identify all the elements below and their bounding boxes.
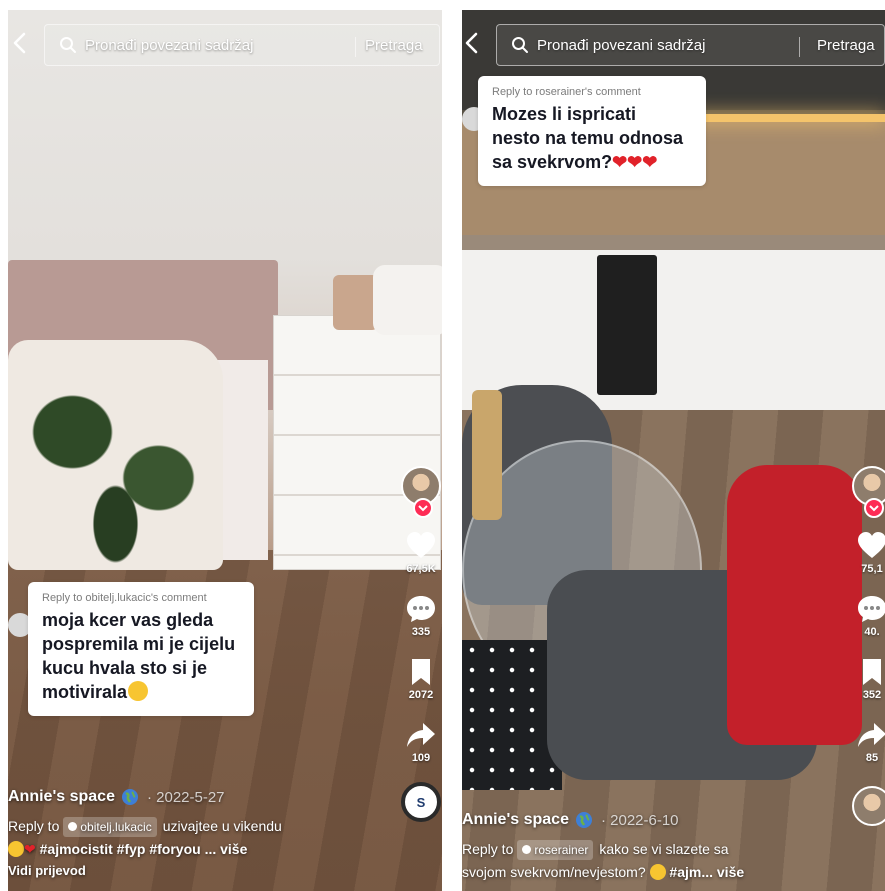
top-bar: Pronađi povezani sadržaj Pretraga: [462, 10, 885, 72]
search-divider: [355, 37, 356, 57]
hashtags[interactable]: #ajm...: [669, 864, 713, 880]
author-name[interactable]: Annie's space: [8, 788, 115, 806]
comment-bubble-icon: [68, 822, 78, 831]
follow-icon[interactable]: [864, 498, 884, 518]
reply-label: Reply to obitelj.lukacic's comment: [42, 592, 207, 604]
led-strip: [682, 114, 885, 122]
video-caption: Annie's space · 2022-5-27 Reply to obitel…: [8, 788, 398, 878]
back-arrow-icon[interactable]: [12, 32, 28, 54]
like-count: 67,5K: [406, 563, 436, 575]
globe-icon: [121, 789, 138, 805]
more-link[interactable]: ... više: [205, 841, 248, 857]
author-name[interactable]: Annie's space: [462, 811, 569, 829]
oven: [597, 255, 657, 395]
music-disc-label: S: [416, 794, 426, 810]
reply-text: Mozes li ispricati nesto na temu odnosa …: [492, 104, 684, 172]
share-icon[interactable]: [856, 719, 885, 751]
music-disc[interactable]: S: [401, 782, 441, 822]
heart-icon[interactable]: [405, 530, 437, 562]
video-panel-left[interactable]: Pronađi povezani sadržaj Pretraga Reply …: [8, 10, 442, 891]
like-count: 75,1: [861, 563, 883, 575]
search-bar[interactable]: Pronađi povezani sadržaj Pretraga: [44, 24, 440, 66]
reply-comment-card[interactable]: Reply to roserainer's comment Mozes li i…: [478, 76, 706, 186]
description: Reply to obitelj.lukacic uzivajtee u viken…: [8, 816, 398, 837]
mention-chip[interactable]: roserainer: [517, 839, 594, 860]
action-column: 67,5K 335 2072 109 S: [401, 466, 441, 822]
creator-avatar[interactable]: [852, 466, 885, 518]
search-divider: [799, 37, 800, 57]
bed-blanket: [8, 340, 223, 570]
search-icon: [512, 37, 528, 53]
save-count: 352: [862, 689, 882, 701]
follow-icon[interactable]: [413, 498, 433, 518]
search-icon: [60, 37, 76, 53]
post-date: · 2022-6-10: [600, 811, 679, 829]
comment-count: 40.: [864, 626, 880, 638]
music-disc[interactable]: [852, 786, 885, 826]
reply-text: moja kcer vas gleda pospremila mi je cij…: [42, 610, 236, 702]
search-bar[interactable]: Pronađi povezani sadržaj Pretraga: [496, 24, 885, 66]
share-count: 109: [411, 752, 431, 764]
video-caption: Annie's space · 2022-6-10 Reply to rosera…: [462, 811, 842, 882]
search-input[interactable]: Pronađi povezani sadržaj: [85, 37, 253, 54]
reply-comment-card[interactable]: Reply to obitelj.lukacic's comment moja …: [28, 582, 254, 716]
comment-icon[interactable]: [405, 593, 437, 625]
comment-count: 335: [411, 626, 431, 638]
face-emoji-icon: [649, 863, 666, 880]
bookmark-icon[interactable]: [405, 656, 437, 688]
back-arrow-icon[interactable]: [464, 32, 480, 54]
translate-link[interactable]: Vidi prijevod: [8, 863, 398, 878]
bookmark-icon[interactable]: [856, 656, 885, 688]
creator-avatar[interactable]: [401, 466, 441, 518]
heart-emoji-icon: ❤: [24, 840, 36, 857]
mention-chip[interactable]: obitelj.lukacic: [63, 816, 157, 837]
description: Reply to roserainer kako se vi slazete sa: [462, 839, 842, 860]
more-link[interactable]: više: [717, 864, 744, 880]
action-column: 75,1 40. 352 85: [852, 466, 885, 826]
share-count: 85: [865, 752, 879, 764]
hashtags[interactable]: #ajmocistit #fyp #foryou: [40, 841, 201, 857]
heart-icon[interactable]: [856, 530, 885, 562]
video-panel-right[interactable]: Pronađi povezani sadržaj Pretraga Reply …: [462, 10, 885, 891]
red-cloth: [727, 465, 862, 745]
face-emoji-icon: [8, 840, 24, 857]
smiling-hearts-emoji-icon: [128, 681, 149, 701]
comment-icon[interactable]: [856, 593, 885, 625]
share-icon[interactable]: [405, 719, 437, 751]
comment-bubble-icon: [522, 845, 532, 854]
handbag: [333, 275, 378, 330]
top-bar: Pronađi povezani sadržaj Pretraga: [8, 10, 442, 72]
save-count: 2072: [408, 689, 434, 701]
heart-emoji-icon: ❤❤❤: [612, 152, 658, 172]
description-line-2: ❤ #ajmocistit #fyp #foryou ... više: [8, 839, 398, 859]
post-date: · 2022-5-27: [146, 788, 225, 806]
pillow: [373, 265, 442, 335]
pepper-mill: [472, 390, 502, 520]
reply-label: Reply to roserainer's comment: [492, 86, 641, 98]
globe-icon: [575, 812, 592, 828]
search-button[interactable]: Pretraga: [817, 37, 875, 54]
description-line-2: svojom svekrvom/nevjestom? #ajm... više: [462, 863, 745, 880]
search-button[interactable]: Pretraga: [365, 37, 423, 54]
search-input[interactable]: Pronađi povezani sadržaj: [537, 37, 705, 54]
